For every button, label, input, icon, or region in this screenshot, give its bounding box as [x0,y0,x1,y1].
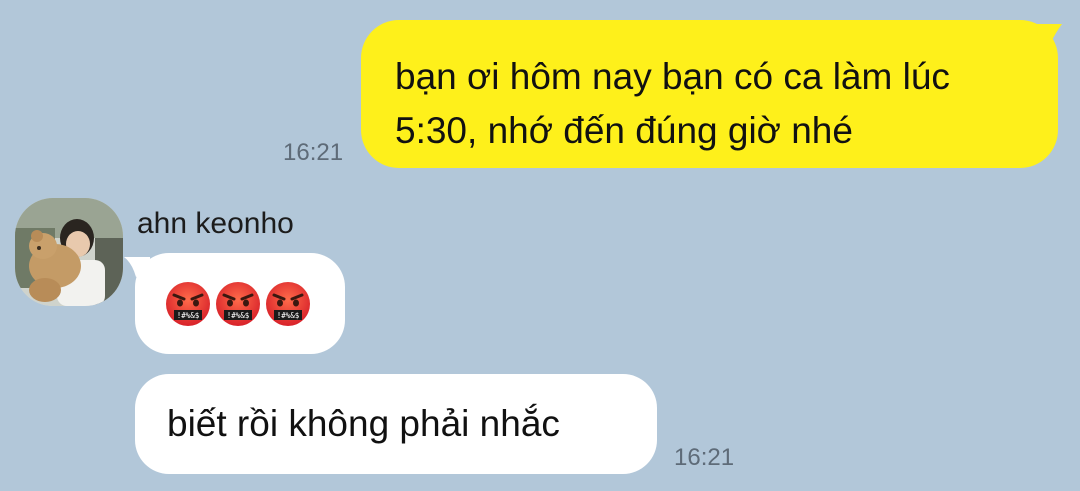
outgoing-message-bubble[interactable]: bạn ơi hôm nay bạn có ca làm lúc 5:30, n… [361,20,1058,168]
message-text-line: 5:30, nhớ đến đúng giờ nhé [395,110,853,151]
incoming-message-bubble[interactable]: biết rồi không phải nhắc [135,374,657,474]
emoji-symbols: !#%&$ [277,311,300,320]
emoji-row: !#%&$ !#%&$ !#%&$ [165,281,345,327]
message-text: biết rồi không phải nhắc [167,403,560,444]
message-timestamp: 16:21 [283,139,344,166]
bubble-tail [1036,24,1062,44]
swearing-face-emoji: !#%&$ [166,282,210,326]
message-timestamp: 16:21 [674,444,735,471]
emoji-symbols: !#%&$ [177,311,200,320]
message-text-line: bạn ơi hôm nay bạn có ca làm lúc [395,56,950,97]
incoming-message-bubble[interactable]: !#%&$ !#%&$ !#%&$ [135,253,345,354]
swearing-face-emoji: !#%&$ [216,282,260,326]
swearing-face-emoji: !#%&$ [266,282,310,326]
emoji-symbols: !#%&$ [227,311,250,320]
chat-window: bạn ơi hôm nay bạn có ca làm lúc 5:30, n… [0,0,1080,491]
avatar[interactable] [15,198,123,306]
avatar-photo [15,198,123,306]
sender-name[interactable]: ahn keonho [137,206,294,242]
